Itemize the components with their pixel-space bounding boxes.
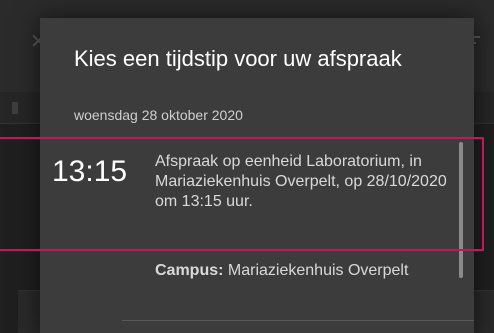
campus-label: Campus:	[155, 262, 224, 279]
time-slot-dialog: Kies een tijdstip voor uw afspraak woens…	[40, 18, 474, 333]
dialog-date: woensdag 28 oktober 2020	[74, 107, 243, 123]
slot-description: Afspraak op eenheid Laboratorium, in Mar…	[155, 153, 447, 210]
background-row-indicator	[12, 102, 18, 114]
slot-campus: Campus: Mariaziekenhuis Overpelt	[155, 261, 455, 281]
slot-divider	[122, 320, 474, 321]
dialog-scrollbar[interactable]	[459, 142, 463, 278]
campus-value: Mariaziekenhuis Overpelt	[227, 262, 409, 279]
time-slot-item[interactable]: 13:15 Afspraak op eenheid Laboratorium, …	[40, 140, 474, 250]
dialog-title: Kies een tijdstip voor uw afspraak	[74, 46, 402, 71]
slot-time: 13:15	[52, 155, 128, 188]
